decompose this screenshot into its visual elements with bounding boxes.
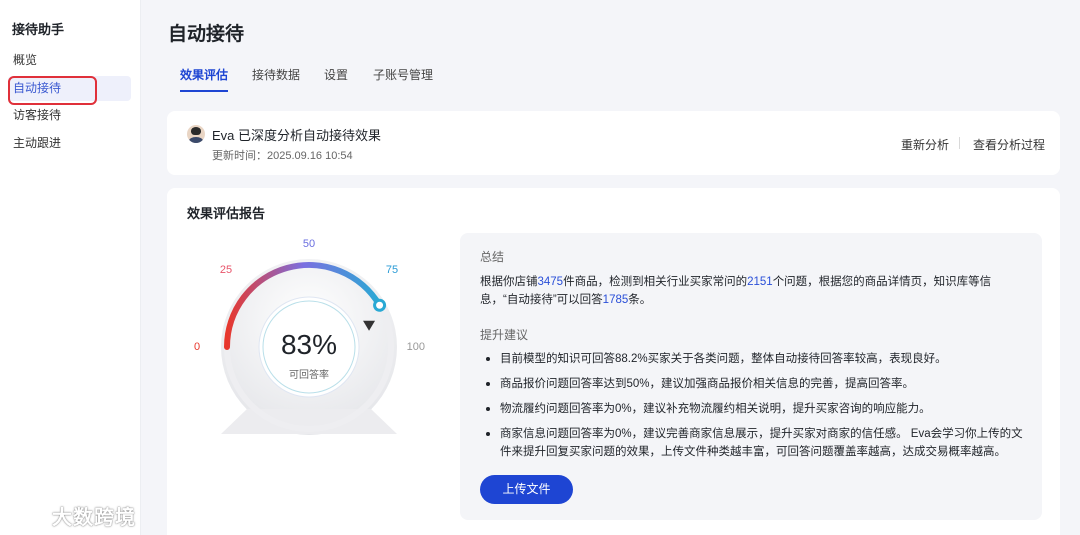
sidebar: 接待助手 概览 自动接待 访客接待 主动跟进 bbox=[0, 0, 141, 535]
summary-heading: 总结 bbox=[480, 250, 505, 264]
summary-panel: 总结 根据你店铺3475件商品，检测到相关行业买家常问的2151个问题，根据您的… bbox=[460, 233, 1042, 520]
eva-avatar bbox=[187, 125, 205, 143]
summary-text-part: 条。 bbox=[628, 294, 652, 306]
analysis-title: Eva 已深度分析自动接待效果 bbox=[212, 128, 382, 143]
view-analysis-process-button[interactable]: 查看分析过程 bbox=[973, 136, 1045, 153]
report-title: 效果评估报告 bbox=[187, 206, 266, 221]
sidebar-title: 接待助手 bbox=[12, 22, 65, 37]
divider bbox=[959, 137, 960, 149]
suggestions-heading: 提升建议 bbox=[480, 328, 529, 342]
report-card: 效果评估报告 83% 可回答率 0 25 50 75 100 总结 根据你店铺3… bbox=[167, 188, 1060, 535]
gauge-caption: 可回答率 bbox=[289, 368, 329, 381]
product-count: 3475 bbox=[537, 276, 564, 288]
sidebar-item-overview[interactable]: 概览 bbox=[8, 48, 131, 73]
upload-file-button[interactable]: 上传文件 bbox=[480, 475, 573, 504]
gauge-tick-100: 100 bbox=[407, 341, 425, 353]
watermark-logo-icon bbox=[10, 505, 43, 526]
tab-reception-data[interactable]: 接待数据 bbox=[252, 66, 300, 83]
reanalyze-button[interactable]: 重新分析 bbox=[901, 136, 949, 153]
suggestions-list: 目前模型的知识可回答88.2%买家关于各类问题，整体自动接待回答率较高，表现良好… bbox=[482, 350, 1034, 468]
tab-settings[interactable]: 设置 bbox=[324, 66, 348, 83]
analysis-status-card: Eva 已深度分析自动接待效果 更新时间：2025.09.16 10:54 重新… bbox=[167, 111, 1060, 175]
watermark: 大数跨境 bbox=[8, 500, 136, 530]
suggestion-item: 物流履约问题回答率为0%，建议补充物流履约相关说明，提升买家咨询的响应能力。 bbox=[482, 400, 1034, 418]
tab-sub-accounts[interactable]: 子账号管理 bbox=[373, 66, 433, 83]
gauge-knob bbox=[373, 298, 387, 312]
sidebar-item-auto-reception[interactable]: 自动接待 bbox=[8, 76, 131, 105]
gauge-tick-75: 75 bbox=[386, 264, 398, 276]
suggestion-item: 商品报价问题回答率达到50%，建议加强商品报价相关信息的完善，提高回答率。 bbox=[482, 375, 1034, 393]
suggestion-item: 商家信息问题回答率为0%，建议完善商家信息展示，提升买家对商家的信任感。 Eva… bbox=[482, 425, 1034, 461]
summary-text: 根据你店铺3475件商品，检测到相关行业买家常问的2151个问题，根据您的商品详… bbox=[480, 273, 1028, 309]
sidebar-item-active-follow-up[interactable]: 主动跟进 bbox=[8, 131, 131, 156]
gauge-tick-25: 25 bbox=[220, 264, 232, 276]
summary-text-part: 件商品，检测到相关行业买家常问的 bbox=[563, 276, 748, 288]
watermark-text: 大数跨境 bbox=[52, 506, 136, 529]
summary-text-part: 根据你店铺 bbox=[480, 276, 538, 288]
question-count: 2151 bbox=[747, 276, 773, 288]
gauge-tick-50: 50 bbox=[303, 238, 315, 250]
page-title: 自动接待 bbox=[168, 24, 245, 45]
suggestion-item: 目前模型的知识可回答88.2%买家关于各类问题，整体自动接待回答率较高，表现良好… bbox=[482, 350, 1034, 368]
gauge-value: 83% bbox=[281, 329, 337, 360]
answer-rate-gauge: 83% 可回答率 0 25 50 75 100 bbox=[194, 238, 425, 435]
update-time: 更新时间：2025.09.16 10:54 bbox=[212, 150, 353, 162]
tab-effect-evaluation[interactable]: 效果评估 bbox=[180, 66, 229, 92]
answerable-count: 1785 bbox=[602, 294, 629, 306]
sidebar-item-visitor-reception[interactable]: 访客接待 bbox=[8, 103, 131, 128]
gauge-tick-0: 0 bbox=[194, 341, 200, 353]
